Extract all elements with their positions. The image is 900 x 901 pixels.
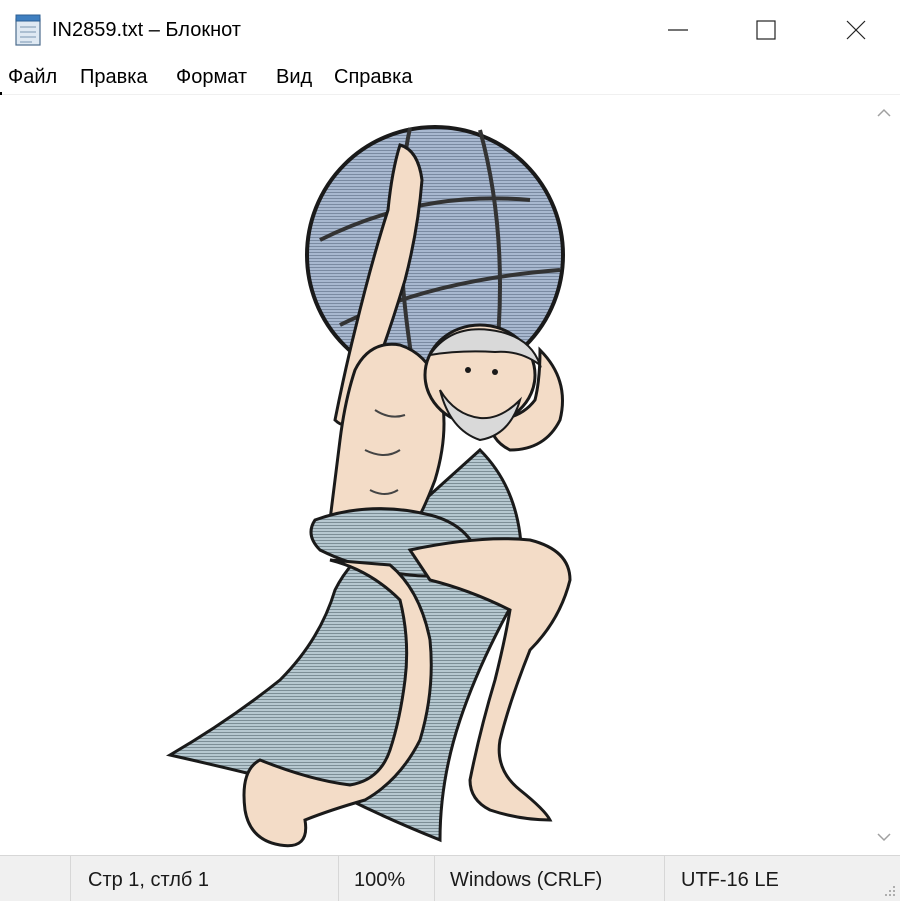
- status-separator: [434, 856, 435, 901]
- cursor-position: Стр 1, стлб 1: [88, 869, 210, 891]
- status-bar: Стр 1, стлб 1 100% Windows (CRLF) UTF-16…: [0, 855, 900, 901]
- scroll-up-button[interactable]: [868, 95, 900, 131]
- close-icon: [846, 20, 866, 40]
- minimize-icon: [668, 29, 688, 31]
- text-editor[interactable]: [0, 95, 868, 855]
- resize-grip-icon[interactable]: [882, 883, 896, 897]
- menu-help[interactable]: Справка: [332, 64, 414, 90]
- menu-view[interactable]: Вид: [274, 64, 314, 90]
- status-separator: [70, 856, 71, 901]
- maximize-button[interactable]: [720, 0, 812, 60]
- encoding: UTF-16 LE: [681, 869, 779, 891]
- status-separator: [338, 856, 339, 901]
- vertical-scrollbar[interactable]: [868, 95, 900, 855]
- atlas-ascii-art: [165, 125, 572, 848]
- menu-edit[interactable]: Правка: [78, 64, 150, 90]
- menu-format[interactable]: Формат: [174, 64, 249, 90]
- zoom-level: 100%: [354, 869, 406, 891]
- close-button[interactable]: [810, 0, 900, 60]
- scroll-down-icon: [877, 833, 891, 842]
- minimize-button[interactable]: [632, 0, 724, 60]
- window-title: IN2859.txt – Блокнот: [52, 19, 241, 41]
- status-separator: [664, 856, 665, 901]
- notepad-icon: [15, 14, 41, 46]
- title-bar[interactable]: IN2859.txt – Блокнот: [0, 0, 900, 60]
- menu-bar: Файл Правка Формат Вид Справка: [0, 60, 900, 95]
- line-endings: Windows (CRLF): [450, 869, 603, 891]
- scroll-down-button[interactable]: [868, 819, 900, 855]
- maximize-icon: [756, 20, 776, 40]
- scroll-up-icon: [877, 108, 891, 117]
- menu-file[interactable]: Файл: [6, 64, 59, 90]
